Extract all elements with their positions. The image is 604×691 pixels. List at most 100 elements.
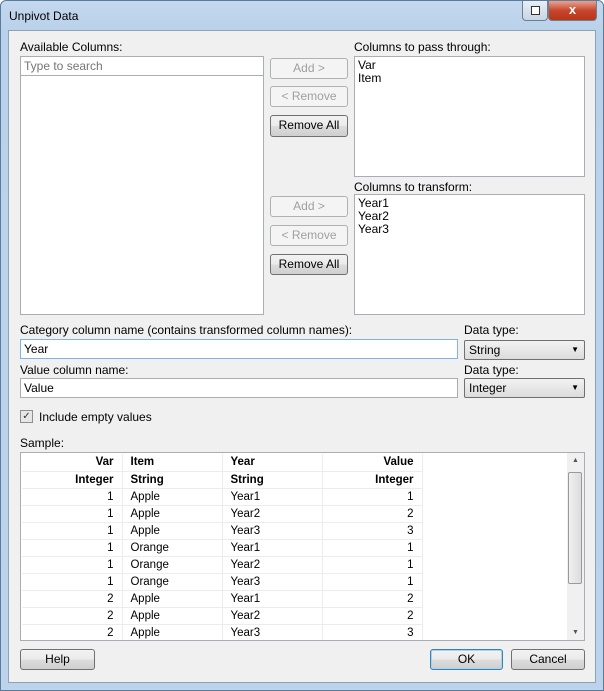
dropdown-arrow-icon: ▼ xyxy=(571,345,579,354)
list-item[interactable]: Item xyxy=(355,72,584,85)
table-cell: 1 xyxy=(22,573,123,591)
category-column-input[interactable]: Year xyxy=(20,339,458,359)
table-cell: 1 xyxy=(22,556,123,574)
table-cell: 2 xyxy=(22,607,123,625)
table-cell: Apple xyxy=(122,505,223,523)
table-cell: 2 xyxy=(22,590,123,608)
table-cell: Integer xyxy=(322,471,423,489)
table-row: 2 Apple Year2 2 xyxy=(22,607,423,625)
ok-button[interactable]: OK xyxy=(430,649,503,670)
table-cell: String xyxy=(222,471,323,489)
transform-list[interactable]: Year1 Year2 Year3 xyxy=(354,194,585,315)
table-cell: Year xyxy=(222,454,323,472)
selected-value: Integer xyxy=(469,381,507,395)
table-row: 2 Apple Year3 3 xyxy=(22,624,423,640)
remove-transform-button[interactable]: < Remove xyxy=(270,225,348,246)
table-cell: String xyxy=(122,471,223,489)
add-transform-button[interactable]: Add > xyxy=(270,196,348,217)
restore-button[interactable] xyxy=(522,1,548,21)
table-cell: Var xyxy=(22,454,123,472)
table-cell: Year1 xyxy=(222,539,323,557)
include-empty-checkbox[interactable]: ✓ xyxy=(20,410,33,423)
table-row: 1 Orange Year2 1 xyxy=(22,556,423,574)
dropdown-arrow-icon: ▼ xyxy=(571,383,579,392)
scrollbar-thumb[interactable] xyxy=(568,472,582,584)
table-row: 1 Apple Year3 3 xyxy=(22,522,423,540)
table-cell: 1 xyxy=(22,539,123,557)
table-cell: Year2 xyxy=(222,556,323,574)
table-cell: Apple xyxy=(122,590,223,608)
selected-value: String xyxy=(469,343,501,357)
add-pass-through-button[interactable]: Add > xyxy=(270,58,348,79)
table-header-row: Var Item Year Value xyxy=(22,454,423,472)
value-type-select[interactable]: Integer ▼ xyxy=(464,378,585,398)
table-cell: 2 xyxy=(22,624,123,640)
table-cell: 2 xyxy=(322,607,423,625)
table-cell: Year2 xyxy=(222,505,323,523)
table-row: 1 Orange Year1 1 xyxy=(22,539,423,557)
value-column-label: Value column name: xyxy=(20,363,129,377)
window-title: Unpivot Data xyxy=(9,9,79,23)
pass-through-label: Columns to pass through: xyxy=(354,40,491,54)
table-cell: 3 xyxy=(322,522,423,540)
table-row: 1 Apple Year1 1 xyxy=(22,488,423,506)
table-cell: Year1 xyxy=(222,590,323,608)
table-cell: Orange xyxy=(122,573,223,591)
scroll-down-icon[interactable]: ▼ xyxy=(567,629,584,636)
sample-table[interactable]: Var Item Year Value Integer String String Integ… xyxy=(20,452,585,641)
table-cell: Year1 xyxy=(222,488,323,506)
table-cell: 1 xyxy=(322,556,423,574)
table-cell: 1 xyxy=(322,573,423,591)
table-row: 2 Apple Year1 2 xyxy=(22,590,423,608)
table-cell: Orange xyxy=(122,539,223,557)
table-cell: Value xyxy=(322,454,423,472)
category-type-label: Data type: xyxy=(464,323,519,337)
close-button[interactable]: x xyxy=(548,1,597,21)
restore-icon xyxy=(530,6,540,15)
value-column-input[interactable]: Value xyxy=(20,378,458,398)
category-column-label: Category column name (contains transform… xyxy=(20,323,353,337)
category-type-select[interactable]: String ▼ xyxy=(464,340,585,360)
table-cell: Orange xyxy=(122,556,223,574)
table-cell: Apple xyxy=(122,488,223,506)
list-item[interactable]: Year2 xyxy=(355,210,584,223)
table-cell: Year3 xyxy=(222,624,323,640)
table-row: 1 Orange Year3 1 xyxy=(22,573,423,591)
cancel-button[interactable]: Cancel xyxy=(511,649,585,670)
include-empty-label: Include empty values xyxy=(39,410,152,424)
list-item[interactable]: Year1 xyxy=(355,197,584,210)
table-cell: 2 xyxy=(322,505,423,523)
table-cell: Apple xyxy=(122,624,223,640)
pass-through-list[interactable]: Var Item xyxy=(354,56,585,177)
table-cell: 2 xyxy=(322,590,423,608)
table-cell: Year3 xyxy=(222,522,323,540)
table-cell: Item xyxy=(122,454,223,472)
table-cell: 1 xyxy=(322,488,423,506)
available-columns-label: Available Columns: xyxy=(20,40,123,54)
scroll-up-icon[interactable]: ▲ xyxy=(567,457,584,464)
table-cell: Integer xyxy=(22,471,123,489)
table-cell: 1 xyxy=(22,505,123,523)
transform-label: Columns to transform: xyxy=(354,180,473,194)
table-cell: 1 xyxy=(322,539,423,557)
table-row: 1 Apple Year2 2 xyxy=(22,505,423,523)
table-cell: 1 xyxy=(22,488,123,506)
value-type-label: Data type: xyxy=(464,363,519,377)
table-cell: 3 xyxy=(322,624,423,640)
list-item[interactable]: Var xyxy=(355,59,584,72)
sample-label: Sample: xyxy=(20,436,65,450)
search-input[interactable] xyxy=(20,56,264,76)
remove-all-transform-button[interactable]: Remove All xyxy=(270,254,348,275)
remove-pass-through-button[interactable]: < Remove xyxy=(270,86,348,107)
table-cell: Year2 xyxy=(222,607,323,625)
available-columns-list[interactable] xyxy=(20,75,264,315)
scrollbar[interactable]: ▲ ▼ xyxy=(567,453,584,640)
table-cell: Apple xyxy=(122,607,223,625)
table-cell: Year3 xyxy=(222,573,323,591)
table-type-row: Integer String String Integer xyxy=(22,471,423,489)
table-cell: 1 xyxy=(22,522,123,540)
help-button[interactable]: Help xyxy=(20,649,95,670)
list-item[interactable]: Year3 xyxy=(355,223,584,236)
remove-all-pass-through-button[interactable]: Remove All xyxy=(270,115,348,137)
table-cell: Apple xyxy=(122,522,223,540)
